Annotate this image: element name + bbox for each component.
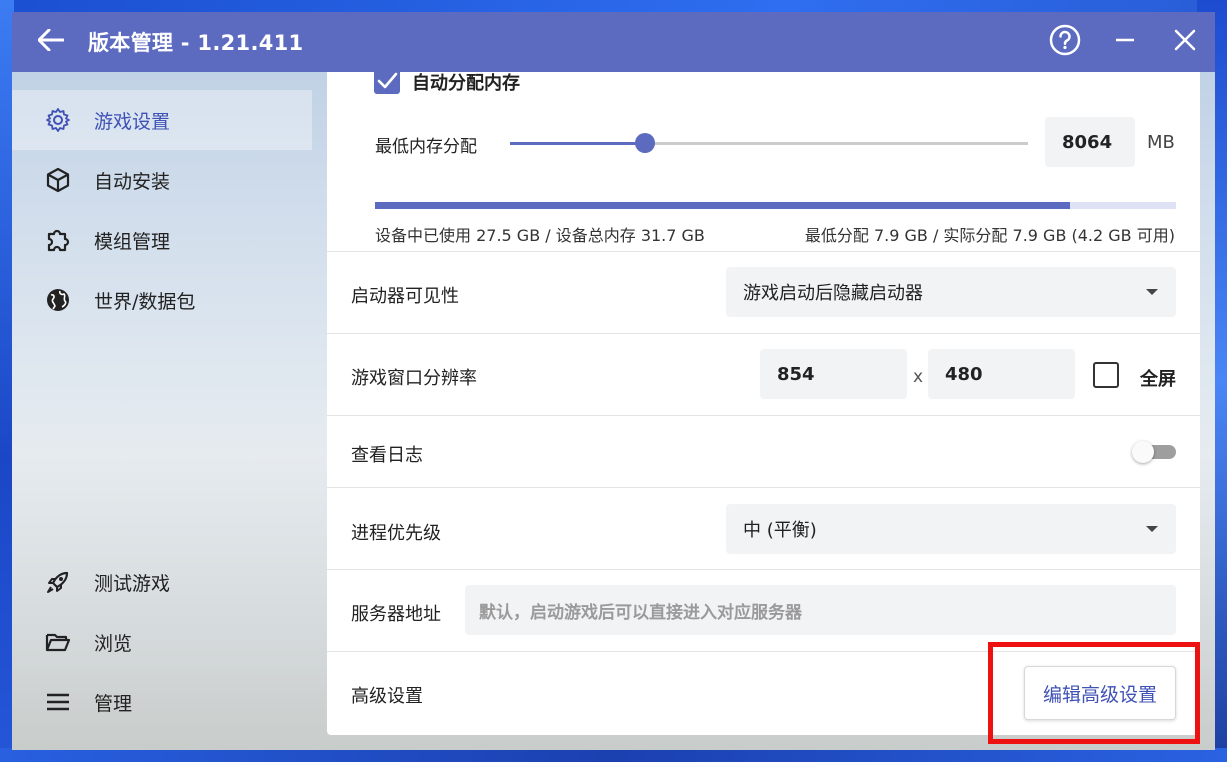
toggle-knob xyxy=(1132,441,1154,463)
resolution-width-input[interactable]: 854 xyxy=(760,349,907,399)
sidebar: 游戏设置 自动安装 模组管理 世界/数据包 测试游戏 浏览 管理 xyxy=(12,72,327,750)
min-memory-slider[interactable] xyxy=(510,132,1028,156)
sidebar-item-label: 游戏设置 xyxy=(94,110,171,133)
sidebar-item-label: 浏览 xyxy=(94,632,133,655)
device-memory-usage: 设备中已使用 27.5 GB / 设备总内存 31.7 GB xyxy=(375,226,705,245)
server-address-row: 服务器地址 默认，启动游戏后可以直接进入对应服务器 xyxy=(327,570,1200,652)
auto-allocate-checkbox[interactable] xyxy=(374,72,400,94)
minimize-icon xyxy=(1115,30,1135,54)
menu-icon xyxy=(44,688,72,716)
settings-panel: 自动分配内存 最低内存分配 8064 MB 设备中已使用 27.5 GB / 设… xyxy=(327,72,1200,735)
fullscreen-checkbox[interactable] xyxy=(1093,362,1119,388)
globe-icon xyxy=(44,286,72,314)
minimize-button[interactable] xyxy=(1095,12,1155,72)
launcher-visibility-value: 游戏启动后隐藏启动器 xyxy=(743,283,923,304)
slider-fill xyxy=(510,142,645,145)
resolution-row: 游戏窗口分辨率 854 x 480 全屏 xyxy=(327,334,1200,416)
process-priority-row: 进程优先级 中 (平衡) xyxy=(327,488,1200,570)
sidebar-item-world-datapack[interactable]: 世界/数据包 xyxy=(12,270,312,330)
view-log-row: 查看日志 xyxy=(327,416,1200,488)
view-log-toggle[interactable] xyxy=(1132,441,1176,463)
close-button[interactable] xyxy=(1155,12,1215,72)
arrow-left-icon xyxy=(37,28,65,55)
sidebar-item-mod-management[interactable]: 模组管理 xyxy=(12,210,312,270)
launcher-visibility-label: 启动器可见性 xyxy=(351,286,459,307)
process-priority-value: 中 (平衡) xyxy=(743,520,817,541)
sidebar-item-label: 世界/数据包 xyxy=(94,290,196,313)
rocket-icon xyxy=(44,568,72,596)
auto-allocate-label: 自动分配内存 xyxy=(412,73,520,94)
process-priority-label: 进程优先级 xyxy=(351,523,441,544)
chevron-down-icon xyxy=(1146,289,1158,295)
help-icon xyxy=(1049,24,1081,60)
desktop-wallpaper-bottom xyxy=(0,748,1227,762)
back-button[interactable] xyxy=(26,12,76,72)
title-bar: 版本管理 - 1.21.411 xyxy=(12,12,1215,72)
resolution-label: 游戏窗口分辨率 xyxy=(351,368,477,389)
folder-open-icon xyxy=(44,628,72,656)
sidebar-item-browse[interactable]: 浏览 xyxy=(12,612,312,672)
sidebar-item-auto-install[interactable]: 自动安装 xyxy=(12,150,312,210)
view-log-label: 查看日志 xyxy=(351,445,423,466)
memory-section: 自动分配内存 最低内存分配 8064 MB 设备中已使用 27.5 GB / 设… xyxy=(327,72,1200,252)
resolution-separator: x xyxy=(913,367,924,387)
cube-icon xyxy=(44,166,72,194)
sidebar-item-label: 模组管理 xyxy=(94,230,171,253)
sidebar-item-game-settings[interactable]: 游戏设置 xyxy=(12,90,312,150)
sidebar-item-test-game[interactable]: 测试游戏 xyxy=(12,552,312,612)
checkmark-icon xyxy=(374,72,400,98)
launcher-visibility-row: 启动器可见性 游戏启动后隐藏启动器 xyxy=(327,252,1200,334)
server-address-input[interactable]: 默认，启动游戏后可以直接进入对应服务器 xyxy=(465,585,1176,635)
process-priority-select[interactable]: 中 (平衡) xyxy=(726,504,1176,554)
memory-usage-fill xyxy=(375,202,1070,209)
sidebar-item-manage[interactable]: 管理 xyxy=(12,672,312,732)
memory-allocation-info: 最低分配 7.9 GB / 实际分配 7.9 GB (4.2 GB 可用) xyxy=(804,226,1175,245)
advanced-settings-label: 高级设置 xyxy=(351,686,423,707)
memory-unit: MB xyxy=(1147,132,1175,153)
sidebar-item-label: 自动安装 xyxy=(94,170,171,193)
min-memory-input[interactable]: 8064 xyxy=(1045,117,1135,167)
sidebar-item-label: 管理 xyxy=(94,692,133,715)
close-icon xyxy=(1174,29,1196,55)
version-manager-window: 版本管理 - 1.21.411 游戏设置 自动安装 模组管理 世界/数据包 测试… xyxy=(12,12,1215,750)
puzzle-icon xyxy=(44,226,72,254)
sidebar-item-label: 测试游戏 xyxy=(94,572,171,595)
fullscreen-label: 全屏 xyxy=(1140,369,1176,390)
chevron-down-icon xyxy=(1146,526,1158,532)
resolution-height-input[interactable]: 480 xyxy=(928,349,1075,399)
gear-icon xyxy=(44,106,72,134)
min-memory-label: 最低内存分配 xyxy=(375,137,477,157)
server-address-label: 服务器地址 xyxy=(351,604,441,625)
launcher-visibility-select[interactable]: 游戏启动后隐藏启动器 xyxy=(726,267,1176,317)
slider-thumb[interactable] xyxy=(635,133,655,153)
highlight-annotation xyxy=(988,642,1200,744)
window-title: 版本管理 - 1.21.411 xyxy=(88,31,304,55)
help-button[interactable] xyxy=(1035,12,1095,72)
